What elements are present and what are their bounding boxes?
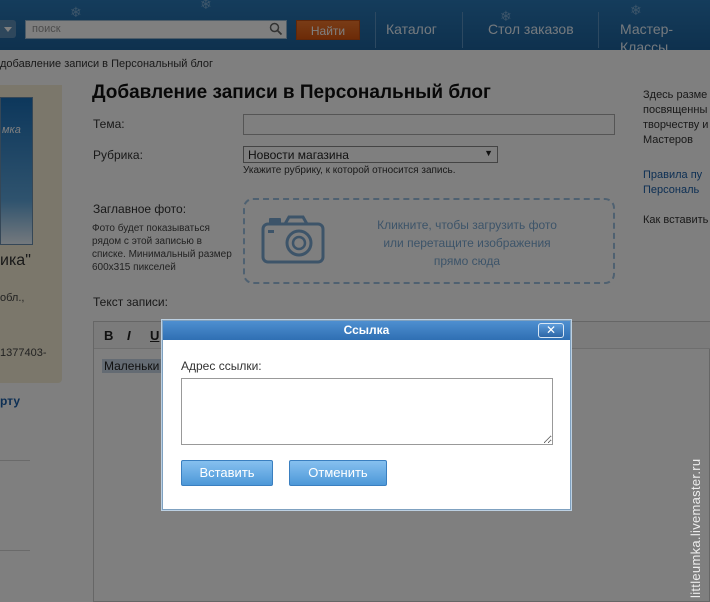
cancel-button[interactable]: Отменить (289, 460, 387, 486)
close-button[interactable]: ✕ (538, 323, 564, 338)
url-label: Адрес ссылки: (181, 359, 262, 373)
dialog-title: Ссылка (163, 321, 570, 340)
link-dialog: Ссылка ✕ Адрес ссылки: Вставить Отменить (162, 320, 571, 510)
insert-button[interactable]: Вставить (181, 460, 273, 486)
url-input[interactable] (181, 378, 553, 445)
watermark: littleumka.livemaster.ru (688, 458, 703, 598)
modal-overlay (0, 0, 710, 602)
